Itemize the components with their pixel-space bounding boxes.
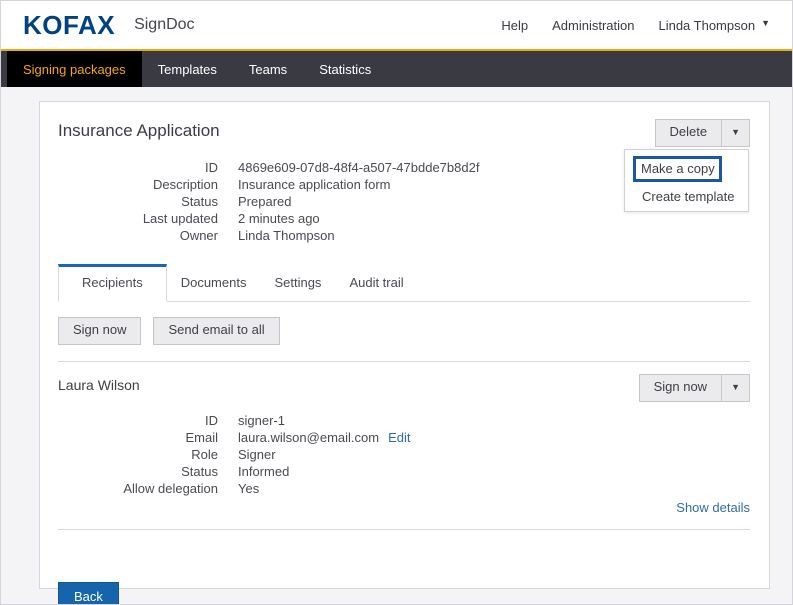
- detail-row-owner: Owner Linda Thompson: [58, 227, 750, 244]
- detail-value: Prepared: [238, 193, 291, 210]
- detail-value: 4869e609-07d8-48f4-a507-47bdde7b8d2f: [238, 159, 479, 176]
- nav-templates[interactable]: Templates: [142, 51, 233, 87]
- footer-actions: Back: [58, 582, 750, 605]
- nav-signing-packages[interactable]: Signing packages: [7, 51, 142, 87]
- kofax-logo: KOFAX: [23, 12, 115, 38]
- tab-bar: Recipients Documents Settings Audit trai…: [58, 264, 750, 302]
- top-header: KOFAX SignDoc Help Administration Linda …: [1, 1, 792, 49]
- nav-teams[interactable]: Teams: [233, 51, 303, 87]
- sign-now-button[interactable]: Sign now: [58, 317, 141, 345]
- send-email-to-all-button[interactable]: Send email to all: [153, 317, 279, 345]
- detail-label: Status: [58, 463, 218, 480]
- administration-link[interactable]: Administration: [552, 18, 634, 33]
- divider: [58, 529, 750, 530]
- detail-value: Yes: [238, 480, 259, 497]
- detail-value: Insurance application form: [238, 176, 390, 193]
- recipient-sign-now-menu-toggle[interactable]: ▼: [721, 374, 750, 402]
- detail-row-role: Role Signer: [58, 446, 750, 463]
- menu-item-make-a-copy[interactable]: Make a copy: [633, 156, 722, 182]
- tab-settings[interactable]: Settings: [260, 264, 335, 301]
- user-menu[interactable]: Linda Thompson ▼: [658, 18, 770, 33]
- detail-row-email: Email laura.wilson@email.com Edit: [58, 429, 750, 446]
- edit-email-link[interactable]: Edit: [388, 429, 410, 446]
- tab-audit-trail[interactable]: Audit trail: [335, 264, 417, 301]
- divider: [58, 361, 750, 362]
- recipient-sign-now-split-button: Sign now ▼: [639, 374, 750, 402]
- detail-label: Description: [58, 176, 218, 193]
- detail-row-status: Status Informed: [58, 463, 750, 480]
- app-window: KOFAX SignDoc Help Administration Linda …: [0, 0, 793, 605]
- detail-row-id: ID signer-1: [58, 412, 750, 429]
- delete-split-button: Delete ▼: [655, 119, 751, 147]
- page-title: Insurance Application: [58, 119, 220, 143]
- tab-documents[interactable]: Documents: [167, 264, 261, 301]
- back-button[interactable]: Back: [58, 582, 119, 605]
- delete-button[interactable]: Delete: [655, 119, 722, 147]
- detail-label: Status: [58, 193, 218, 210]
- recipient-name: Laura Wilson: [58, 374, 140, 396]
- detail-row-allow-delegation: Allow delegation Yes: [58, 480, 750, 497]
- package-card: Insurance Application Delete ▼ Make a co…: [39, 101, 770, 589]
- nav-statistics[interactable]: Statistics: [303, 51, 387, 87]
- detail-label: Owner: [58, 227, 218, 244]
- show-details-link[interactable]: Show details: [58, 500, 750, 515]
- detail-value: Signer: [238, 446, 276, 463]
- detail-label: Allow delegation: [58, 480, 218, 497]
- detail-label: ID: [58, 159, 218, 176]
- recipient-details: ID signer-1 Email laura.wilson@email.com…: [58, 412, 750, 497]
- title-row: Insurance Application Delete ▼: [58, 119, 750, 146]
- delete-dropdown-menu: Make a copy Create template: [624, 149, 749, 212]
- detail-value: laura.wilson@email.com: [238, 429, 379, 446]
- detail-value: Informed: [238, 463, 289, 480]
- product-name: SignDoc: [134, 16, 194, 34]
- chevron-down-icon: ▼: [731, 382, 740, 392]
- help-link[interactable]: Help: [501, 18, 528, 33]
- main-nav: Signing packages Templates Teams Statist…: [1, 51, 792, 87]
- detail-label: Role: [58, 446, 218, 463]
- detail-label: Last updated: [58, 210, 218, 227]
- tab-recipients[interactable]: Recipients: [58, 264, 167, 302]
- detail-value: 2 minutes ago: [238, 210, 320, 227]
- detail-label: Email: [58, 429, 218, 446]
- recipient-section: Laura Wilson Sign now ▼ ID signer-1 Emai…: [58, 374, 750, 515]
- user-name: Linda Thompson: [658, 18, 755, 33]
- detail-label: ID: [58, 412, 218, 429]
- chevron-down-icon: ▼: [731, 127, 740, 137]
- menu-item-create-template[interactable]: Create template: [625, 183, 748, 205]
- top-links: Help Administration Linda Thompson ▼: [501, 18, 770, 33]
- detail-value: signer-1: [238, 412, 285, 429]
- recipient-sign-now-button[interactable]: Sign now: [639, 374, 721, 402]
- detail-row-last-updated: Last updated 2 minutes ago: [58, 210, 750, 227]
- recipient-header: Laura Wilson Sign now ▼: [58, 374, 750, 403]
- recipients-actions: Sign now Send email to all: [58, 317, 750, 345]
- detail-value: Linda Thompson: [238, 227, 335, 244]
- chevron-down-icon: ▼: [761, 18, 770, 28]
- delete-menu-toggle[interactable]: ▼: [721, 119, 750, 147]
